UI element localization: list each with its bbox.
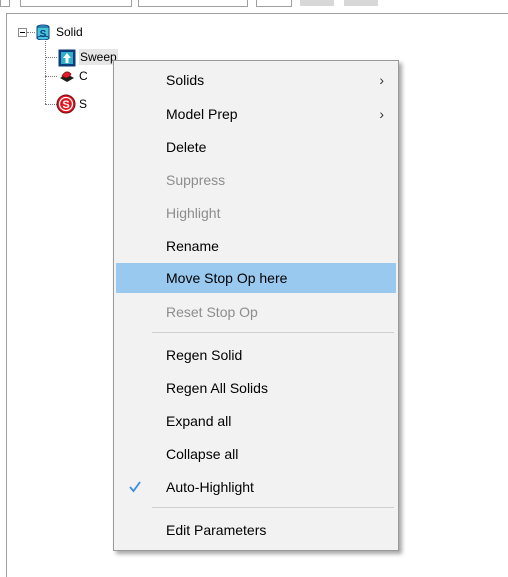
menu-item-regen-solid[interactable]: Regen Solid bbox=[116, 340, 396, 370]
toolbar-button-2[interactable] bbox=[344, 0, 378, 6]
menu-item-collapse-all[interactable]: Collapse all bbox=[116, 439, 396, 469]
menu-item-regen-all-solids[interactable]: Regen All Solids bbox=[116, 373, 396, 403]
menu-separator bbox=[152, 507, 394, 508]
tree-connector bbox=[27, 32, 35, 33]
menu-item-reset-stop-op[interactable]: Reset Stop Op bbox=[116, 297, 396, 327]
toolbar-field-left[interactable] bbox=[0, 0, 10, 7]
sweep-icon bbox=[58, 49, 76, 67]
menu-item-solids[interactable]: Solids › bbox=[116, 65, 396, 95]
tree-connector bbox=[45, 41, 46, 104]
tree-connector bbox=[45, 57, 57, 58]
tree-node-s[interactable]: S bbox=[79, 96, 87, 112]
menu-item-move-stop-op-here[interactable]: Move Stop Op here bbox=[116, 263, 396, 293]
menu-item-rename[interactable]: Rename bbox=[116, 231, 396, 261]
tree-node-solid[interactable]: Solid bbox=[56, 24, 83, 40]
toolbar-field-3[interactable] bbox=[256, 0, 292, 7]
menu-item-highlight[interactable]: Highlight bbox=[116, 198, 396, 228]
submenu-arrow-icon: › bbox=[379, 72, 384, 88]
solid-icon: S bbox=[36, 24, 50, 40]
toolbar-field-2[interactable] bbox=[138, 0, 248, 7]
menu-separator bbox=[152, 332, 394, 333]
menu-item-edit-parameters[interactable]: Edit Parameters bbox=[116, 515, 396, 545]
menu-item-expand-all[interactable]: Expand all bbox=[116, 406, 396, 436]
tree-node-c[interactable]: C bbox=[79, 68, 88, 84]
collapse-toggle[interactable] bbox=[18, 28, 27, 37]
cut-icon bbox=[60, 71, 74, 82]
menu-item-delete[interactable]: Delete bbox=[116, 132, 396, 162]
tree-node-sweep[interactable]: Sweep bbox=[79, 49, 118, 65]
stop-icon: S bbox=[56, 94, 76, 114]
toolbar-field-1[interactable] bbox=[20, 0, 132, 7]
svg-text:S: S bbox=[40, 29, 47, 40]
context-menu: Solids › Model Prep › Delete Suppress Hi… bbox=[113, 60, 399, 551]
toolbar-strip bbox=[0, 0, 508, 8]
check-icon bbox=[129, 481, 141, 493]
menu-item-model-prep[interactable]: Model Prep › bbox=[116, 99, 396, 129]
menu-item-auto-highlight[interactable]: Auto-Highlight bbox=[116, 472, 396, 502]
submenu-arrow-icon: › bbox=[379, 106, 384, 122]
tree-connector bbox=[45, 76, 57, 77]
toolbar-button-1[interactable] bbox=[300, 0, 334, 6]
svg-text:S: S bbox=[62, 99, 69, 111]
menu-item-suppress[interactable]: Suppress bbox=[116, 165, 396, 195]
